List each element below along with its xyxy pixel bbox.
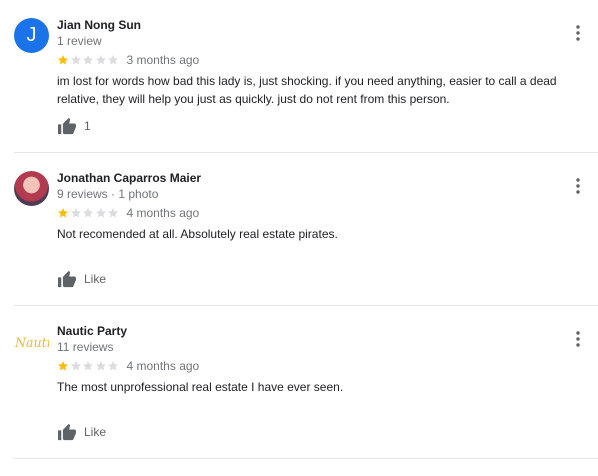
star-empty-icon (108, 361, 118, 371)
thumb-up-icon (58, 270, 76, 288)
star-empty-icon (70, 55, 81, 65)
reviewer-name[interactable]: Jian Nong Sun (57, 18, 141, 32)
avatar[interactable]: Nautic (14, 324, 49, 359)
review-time: 4 months ago (126, 206, 200, 220)
reviewer-name[interactable]: Nautic Party (57, 324, 127, 338)
star-empty-icon (83, 208, 93, 218)
star-empty-icon (95, 208, 106, 218)
star-empty-icon (108, 55, 118, 65)
reviewer-meta: 1 review (57, 34, 102, 48)
more-vert-icon[interactable] (575, 25, 581, 41)
review-text: Not recomended at all. Absolutely real e… (57, 227, 338, 241)
avatar[interactable] (14, 171, 49, 206)
divider (14, 458, 598, 459)
reviewer-name[interactable]: Jonathan Caparros Maier (57, 171, 201, 185)
like-label: Like (84, 425, 107, 439)
review-card: J Jian Nong Sun 1 review 3 months ago im… (0, 0, 598, 153)
review-text: im lost for words how bad this lady is, … (57, 74, 557, 106)
like-button[interactable]: 1 (57, 117, 91, 135)
star-empty-icon (95, 361, 106, 371)
thumb-up-icon (58, 117, 76, 135)
like-button[interactable]: Like (57, 270, 106, 288)
star-empty-icon (83, 361, 93, 371)
rating-row: 4 months ago (57, 359, 199, 373)
like-label: Like (84, 272, 107, 286)
star-empty-icon (83, 55, 93, 65)
reviewer-meta: 11 reviews (57, 340, 114, 354)
star-rating (57, 207, 120, 219)
like-button[interactable]: Like (57, 423, 106, 441)
thumb-up-icon (58, 423, 76, 441)
more-vert-icon[interactable] (575, 178, 581, 194)
avatar[interactable]: J (14, 18, 49, 53)
svg-text:Nautic: Nautic (14, 334, 49, 349)
rating-row: 4 months ago (57, 206, 199, 220)
star-empty-icon (70, 208, 81, 218)
star-empty-icon (95, 55, 106, 65)
star-rating (57, 360, 120, 372)
nautic-logo: Nautic (14, 334, 49, 349)
star-filled-icon (58, 208, 68, 218)
star-filled-icon (58, 361, 68, 371)
review-text: The most unprofessional real estate I ha… (57, 380, 344, 394)
reviewer-meta: 9 reviews · 1 photo (57, 187, 159, 201)
review-card: Nautic Nautic Party 11 reviews 4 months … (0, 306, 598, 459)
star-empty-icon (108, 208, 118, 218)
like-label: 1 (84, 119, 91, 133)
review-card: Jonathan Caparros Maier 9 reviews · 1 ph… (0, 153, 598, 306)
review-time: 3 months ago (126, 53, 200, 67)
review-time: 4 months ago (126, 359, 200, 373)
more-vert-icon[interactable] (575, 331, 581, 347)
rating-row: 3 months ago (57, 53, 199, 67)
star-filled-icon (58, 55, 68, 65)
star-empty-icon (70, 361, 81, 371)
star-rating (57, 54, 120, 66)
